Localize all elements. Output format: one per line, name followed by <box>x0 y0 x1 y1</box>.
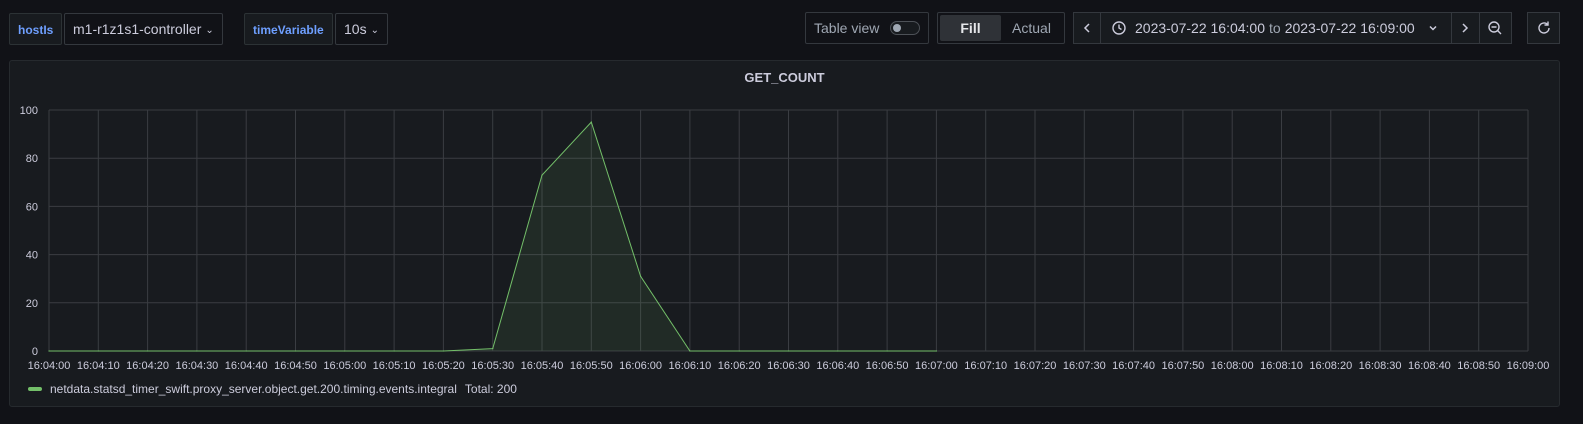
x-tick-label: 16:07:30 <box>1063 360 1106 372</box>
data-point <box>541 174 543 176</box>
y-tick-label: 80 <box>26 153 38 165</box>
x-tick-label: 16:04:10 <box>77 360 120 372</box>
x-tick-label: 16:04:20 <box>126 360 169 372</box>
y-axis: 0 20 40 60 80 100 <box>20 105 38 358</box>
x-tick-label: 16:07:00 <box>915 360 958 372</box>
x-tick-label: 16:08:30 <box>1359 360 1402 372</box>
x-tick-label: 16:07:40 <box>1112 360 1155 372</box>
get-count-chart: 020406080100 16:04:00 16:04:10 16:04:20 16:… <box>20 105 1550 372</box>
data-point <box>147 350 149 352</box>
data-point <box>442 350 444 352</box>
chart-grid <box>48 109 1529 352</box>
data-point <box>245 350 247 352</box>
x-tick-label: 16:06:50 <box>866 360 909 372</box>
x-tick-label: 16:04:40 <box>225 360 268 372</box>
data-point <box>97 350 99 352</box>
x-tick-label: 16:08:50 <box>1457 360 1500 372</box>
data-point <box>344 350 346 352</box>
y-tick-label: 60 <box>26 201 38 213</box>
y-tick-label: 20 <box>26 298 38 310</box>
x-tick-label: 16:07:50 <box>1161 360 1204 372</box>
x-tick-label: 16:04:30 <box>175 360 218 372</box>
data-point <box>48 350 50 352</box>
x-tick-label: 16:09:00 <box>1507 360 1550 372</box>
data-point <box>393 350 395 352</box>
legend-swatch <box>28 387 42 391</box>
y-tick-label: 0 <box>32 346 38 358</box>
x-axis: 16:04:00 16:04:10 16:04:20 16:04:30 16:04:40… <box>28 360 1550 372</box>
data-point <box>590 121 592 123</box>
x-tick-label: 16:05:10 <box>373 360 416 372</box>
x-tick-label: 16:08:20 <box>1309 360 1352 372</box>
data-point <box>886 350 888 352</box>
x-tick-label: 16:08:10 <box>1260 360 1303 372</box>
y-tick-label: 100 <box>20 105 38 117</box>
x-tick-label: 16:08:00 <box>1211 360 1254 372</box>
x-tick-label: 16:06:10 <box>668 360 711 372</box>
x-tick-label: 16:04:50 <box>274 360 317 372</box>
x-tick-label: 16:04:00 <box>28 360 71 372</box>
data-point <box>196 350 198 352</box>
x-tick-label: 16:05:30 <box>471 360 514 372</box>
data-point <box>738 350 740 352</box>
data-point <box>640 275 642 277</box>
x-tick-label: 16:05:00 <box>323 360 366 372</box>
x-tick-label: 16:07:20 <box>1014 360 1057 372</box>
legend-total: Total: 200 <box>464 382 517 396</box>
data-point <box>492 347 494 350</box>
x-tick-label: 16:08:40 <box>1408 360 1451 372</box>
data-point <box>837 350 839 352</box>
data-point <box>935 350 938 352</box>
x-tick-label: 16:06:40 <box>816 360 859 372</box>
chart-legend[interactable]: netdata.statsd_timer_swift.proxy_server.… <box>28 382 517 396</box>
x-tick-label: 16:05:20 <box>422 360 465 372</box>
legend-series-name: netdata.statsd_timer_swift.proxy_server.… <box>50 382 457 396</box>
x-tick-label: 16:05:50 <box>570 360 613 372</box>
x-tick-label: 16:06:30 <box>767 360 810 372</box>
data-point <box>689 350 691 352</box>
x-tick-label: 16:05:40 <box>521 360 564 372</box>
x-tick-label: 16:06:00 <box>619 360 662 372</box>
data-point <box>787 350 790 352</box>
data-point <box>294 350 297 352</box>
x-tick-label: 16:07:10 <box>964 360 1007 372</box>
x-tick-label: 16:06:20 <box>718 360 761 372</box>
y-tick-label: 40 <box>26 250 38 262</box>
